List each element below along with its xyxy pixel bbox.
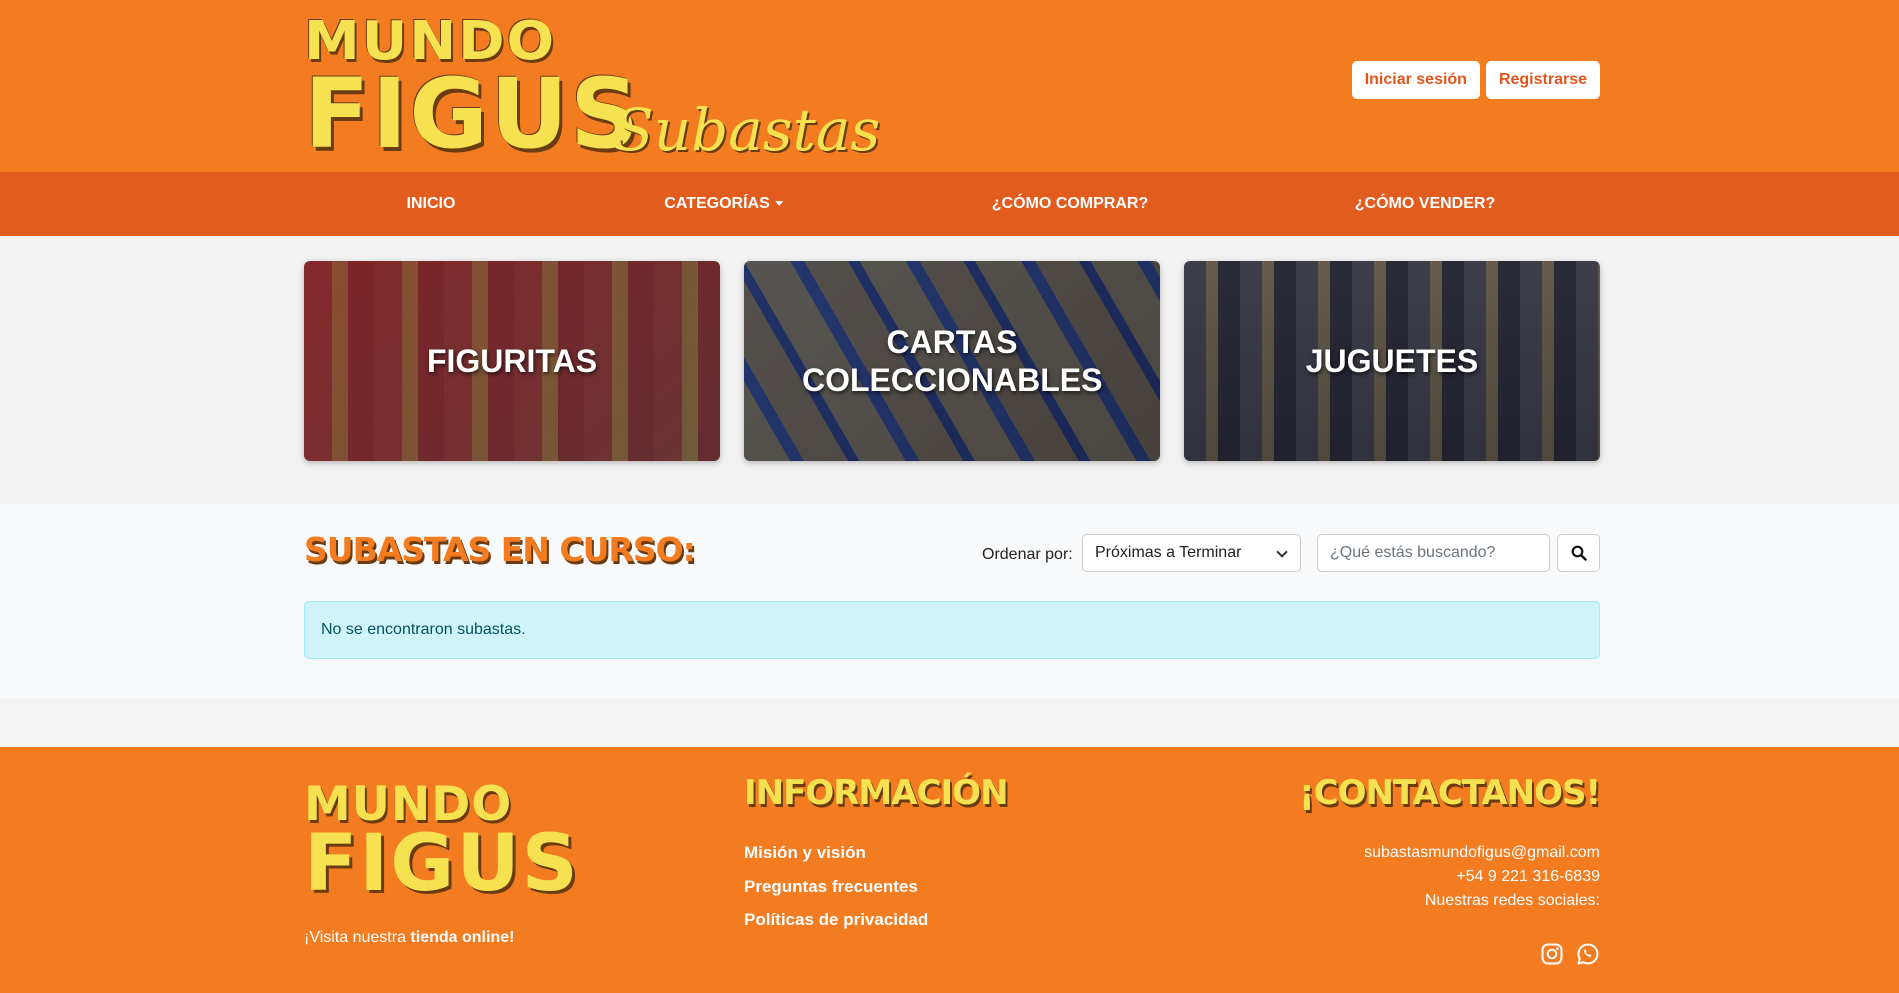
site-header: MUNDO FIGUS Subastas Iniciar sesión Regi… — [0, 0, 1899, 172]
link-mision-vision[interactable]: Misión y visión — [744, 841, 866, 865]
site-footer: MUNDO FIGUS ¡Visita nuestra tienda onlin… — [0, 747, 1899, 993]
login-button[interactable]: Iniciar sesión — [1351, 61, 1480, 99]
footer-visit-text: ¡Visita nuestra tienda online! — [304, 927, 514, 949]
social-links — [1540, 942, 1600, 966]
main-nav: INICIO CATEGORÍAS ¿CÓMO COMPRAR? ¿CÓMO V… — [0, 172, 1899, 236]
sort-label: Ordenar por: — [982, 546, 1073, 563]
logo-figus-text: FIGUS — [304, 58, 642, 170]
footer-logo-figus: FIGUS — [304, 819, 580, 909]
category-card-juguetes[interactable]: JUGUETES — [1184, 261, 1600, 461]
nav-item-label: ¿CÓMO VENDER? — [1354, 195, 1496, 212]
category-card-label: CARTAS COLECCIONABLES — [802, 324, 1103, 398]
auctions-section: SUBASTAS EN CURSO: Ordenar por: Próximas… — [0, 504, 1899, 699]
nav-item-como-comprar[interactable]: ¿CÓMO COMPRAR? — [992, 172, 1148, 236]
link-preguntas-frecuentes[interactable]: Preguntas frecuentes — [744, 875, 918, 899]
nav-item-inicio[interactable]: INICIO — [407, 172, 456, 236]
chevron-down-icon — [1276, 546, 1288, 558]
whatsapp-icon[interactable] — [1576, 942, 1600, 966]
visit-prefix: ¡Visita nuestra — [304, 929, 411, 946]
search-input[interactable] — [1317, 534, 1550, 572]
empty-alert: No se encontraron subastas. — [304, 601, 1600, 659]
contact-heading: ¡CONTACTANOS! — [1299, 773, 1601, 813]
contact-email[interactable]: subastasmundofigus@gmail.com — [1364, 841, 1600, 865]
nav-item-label: ¿CÓMO COMPRAR? — [991, 195, 1149, 212]
search-icon — [1571, 545, 1587, 561]
category-card-figuritas[interactable]: FIGURITAS — [304, 261, 720, 461]
link-politicas-privacidad[interactable]: Políticas de privacidad — [744, 908, 928, 932]
category-card-cartas[interactable]: CARTAS COLECCIONABLES — [744, 261, 1160, 461]
search-button[interactable] — [1557, 534, 1600, 572]
logo-subastas-text: Subastas — [614, 96, 881, 164]
caret-down-icon — [775, 201, 784, 207]
nav-item-categorias[interactable]: CATEGORÍAS — [664, 172, 784, 236]
nav-item-label: CATEGORÍAS — [664, 195, 770, 212]
register-button[interactable]: Registrarse — [1485, 61, 1600, 99]
category-card-label: JUGUETES — [1305, 343, 1479, 379]
instagram-icon[interactable] — [1540, 942, 1564, 966]
category-card-label: FIGURITAS — [426, 343, 598, 379]
sort-selected-value: Próximas a Terminar — [1095, 544, 1242, 561]
category-section: FIGURITAS CARTAS COLECCIONABLES JUGUETES — [0, 236, 1899, 504]
info-heading: INFORMACIÓN — [744, 773, 1009, 813]
sort-select[interactable]: Próximas a Terminar — [1082, 534, 1301, 572]
store-link[interactable]: tienda online! — [410, 929, 514, 946]
auth-buttons: Iniciar sesión Registrarse — [1351, 61, 1600, 99]
social-label: Nuestras redes sociales: — [1424, 892, 1600, 909]
contact-phone[interactable]: +54 9 221 316-6839 — [1456, 865, 1600, 889]
auctions-title: SUBASTAS EN CURSO: — [304, 530, 696, 569]
nav-item-como-vender[interactable]: ¿CÓMO VENDER? — [1355, 172, 1495, 236]
nav-item-label: INICIO — [406, 195, 456, 212]
